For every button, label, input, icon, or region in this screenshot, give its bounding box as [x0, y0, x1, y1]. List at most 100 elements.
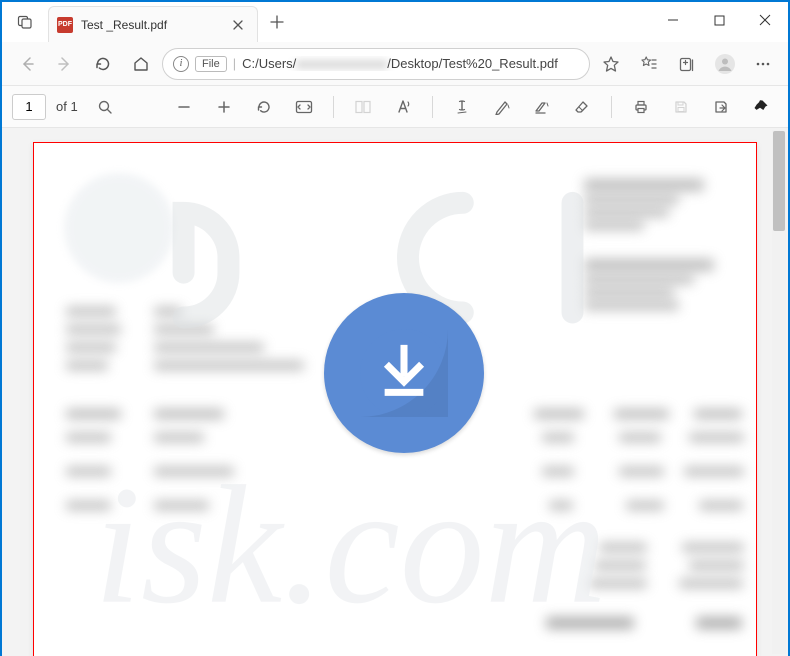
blurred-text [66, 433, 111, 442]
page-count-label: of 1 [56, 99, 78, 114]
blurred-text [584, 195, 679, 204]
blurred-text [66, 467, 111, 476]
settings-menu-button[interactable] [746, 47, 780, 81]
document-avatar-placeholder [64, 173, 174, 283]
collections-icon [678, 55, 696, 73]
blurred-text [542, 433, 574, 442]
pen-icon [493, 99, 511, 115]
blurred-text [154, 325, 214, 334]
star-lines-icon [640, 55, 658, 73]
blurred-text [619, 467, 664, 476]
url-path: C:/Users/xxxxxxxxxxxxxx/Desktop/Test%20_… [242, 56, 579, 71]
print-icon [633, 99, 649, 115]
blurred-text [682, 543, 744, 552]
home-icon [132, 55, 150, 73]
home-button[interactable] [124, 47, 158, 81]
blurred-text [696, 617, 742, 629]
blurred-text [584, 221, 644, 230]
erase-button[interactable] [565, 90, 599, 124]
minimize-icon [667, 14, 679, 26]
rotate-icon [256, 99, 272, 115]
plus-icon [270, 15, 284, 29]
scrollbar-thumb[interactable] [773, 131, 785, 231]
tab-close-button[interactable] [227, 18, 249, 32]
maximize-button[interactable] [696, 2, 742, 38]
browser-tab[interactable]: PDF Test _Result.pdf [48, 6, 258, 42]
blurred-text [154, 361, 304, 370]
blurred-text [584, 208, 669, 217]
pin-icon [753, 99, 769, 115]
highlighter-icon [533, 99, 551, 115]
pdf-search-button[interactable] [88, 90, 122, 124]
minimize-button[interactable] [650, 2, 696, 38]
text-cursor-icon [454, 99, 470, 115]
minus-icon [176, 99, 192, 115]
close-icon [233, 20, 243, 30]
read-aloud-icon [395, 99, 411, 115]
forward-button[interactable] [48, 47, 82, 81]
pdf-viewport[interactable]: isk.com [2, 128, 788, 656]
blurred-text [584, 259, 714, 271]
page-view-button[interactable] [346, 90, 380, 124]
vertical-scrollbar[interactable] [772, 130, 786, 654]
blurred-text [614, 409, 669, 419]
fit-page-icon [295, 100, 313, 114]
blurred-text [584, 275, 694, 284]
fit-page-button[interactable] [287, 90, 321, 124]
more-icon [754, 55, 772, 73]
blurred-text [684, 467, 744, 476]
window-controls [650, 2, 788, 38]
pdf-favicon: PDF [57, 17, 73, 33]
refresh-button[interactable] [86, 47, 120, 81]
blurred-text [66, 325, 121, 334]
zoom-out-button[interactable] [167, 90, 201, 124]
download-badge[interactable] [324, 293, 484, 453]
rotate-button[interactable] [247, 90, 281, 124]
print-button[interactable] [624, 90, 658, 124]
new-tab-button[interactable] [262, 7, 292, 37]
save-as-button[interactable] [704, 90, 738, 124]
pdf-page: isk.com [33, 142, 757, 656]
zoom-in-button[interactable] [207, 90, 241, 124]
download-icon [360, 329, 448, 417]
save-button[interactable] [664, 90, 698, 124]
window-titlebar: PDF Test _Result.pdf [2, 2, 788, 42]
blurred-text [66, 361, 108, 370]
blurred-text [154, 501, 209, 510]
star-icon [602, 55, 620, 73]
blurred-text [154, 343, 264, 352]
blurred-text [154, 409, 224, 419]
tab-actions-button[interactable] [2, 2, 48, 42]
page-number-input[interactable] [12, 94, 46, 120]
pin-toolbar-button[interactable] [744, 90, 778, 124]
profile-button[interactable] [708, 47, 742, 81]
read-aloud-button[interactable] [386, 90, 420, 124]
favorites-list-button[interactable] [632, 47, 666, 81]
blurred-text [594, 561, 646, 570]
arrow-right-icon [56, 55, 74, 73]
address-toolbar: i File | C:/Users/xxxxxxxxxxxxxx/Desktop… [2, 42, 788, 86]
eraser-icon [574, 99, 590, 115]
add-text-button[interactable] [445, 90, 479, 124]
blurred-text [689, 433, 744, 442]
blurred-text [599, 543, 647, 552]
profile-icon [714, 53, 736, 75]
blurred-text [66, 409, 121, 419]
blurred-text [584, 179, 704, 191]
blurred-text [66, 501, 111, 510]
close-window-button[interactable] [742, 2, 788, 38]
favorite-button[interactable] [594, 47, 628, 81]
address-bar[interactable]: i File | C:/Users/xxxxxxxxxxxxxx/Desktop… [162, 48, 590, 80]
site-info-icon[interactable]: i [173, 56, 189, 72]
draw-button[interactable] [485, 90, 519, 124]
blurred-text [534, 409, 584, 419]
collections-button[interactable] [670, 47, 704, 81]
maximize-icon [714, 15, 725, 26]
svg-text:isk.com: isk.com [94, 451, 607, 639]
page-layout-icon [354, 100, 372, 114]
back-button[interactable] [10, 47, 44, 81]
blurred-text [689, 561, 744, 570]
blurred-text [549, 501, 573, 510]
highlight-button[interactable] [525, 90, 559, 124]
blurred-text [699, 501, 743, 510]
